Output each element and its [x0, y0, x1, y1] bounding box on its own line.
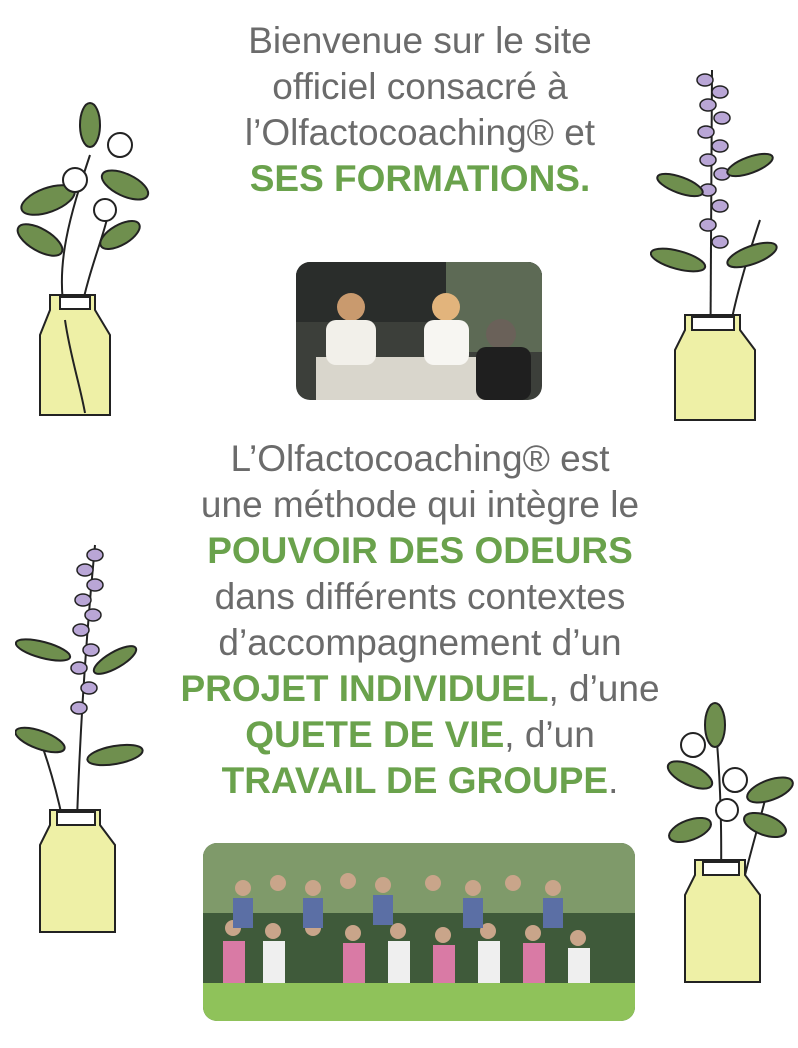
- jasmine-jar-illustration-bottom-right: [666, 702, 794, 983]
- description-after-projet: , d’une: [548, 668, 660, 709]
- description-line-2: une méthode qui intègre le: [200, 484, 640, 525]
- group-photo: [203, 843, 635, 1021]
- description-line-1: L’Olfactocoaching® est: [230, 438, 610, 479]
- intro-highlight-formations: SES FORMATIONS: [249, 158, 580, 199]
- description-line-4: dans différents contextes: [214, 576, 626, 617]
- description-highlight-travail: TRAVAIL DE GROUPE: [221, 760, 609, 801]
- jasmine-jar-illustration-top-left: [16, 102, 150, 416]
- description-line-5: d’accompagnement d’un: [218, 622, 622, 663]
- description-highlight-projet: PROJET INDIVIDUEL: [180, 668, 549, 709]
- description-after-quete: , d’un: [504, 714, 595, 755]
- description-highlight-quete: QUETE DE VIE: [245, 714, 505, 755]
- lavender-jar-illustration-bottom-left: [15, 544, 144, 933]
- intro-line-2: officiel consacré à: [272, 66, 568, 107]
- description-end-punct: .: [608, 760, 619, 801]
- intro-line-3: l’Olfactocoaching® et: [244, 112, 596, 153]
- description-highlight-pouvoir: POUVOIR DES ODEURS: [207, 530, 633, 571]
- intro-end-punct: .: [580, 158, 591, 199]
- intro-heading: Bienvenue sur le site officiel consacré …: [160, 18, 680, 202]
- coaching-session-photo: [296, 262, 542, 400]
- description-text: L’Olfactocoaching® est une méthode qui i…: [160, 436, 680, 804]
- intro-line-1: Bienvenue sur le site: [248, 20, 592, 61]
